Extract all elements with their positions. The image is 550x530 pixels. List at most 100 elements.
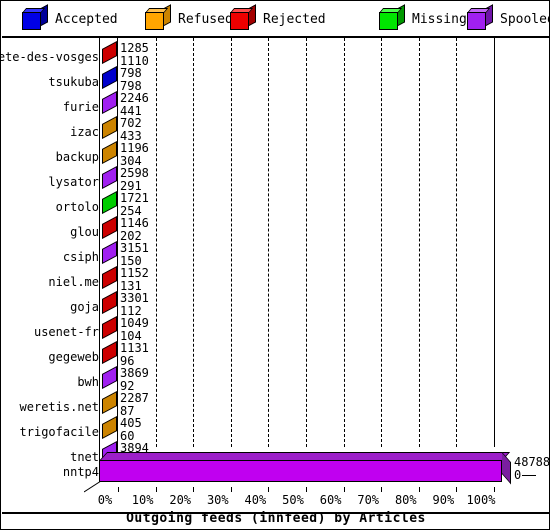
bar-row-values: 798 798 [120,67,142,92]
cube-front-face [230,12,249,30]
bar-segment [102,216,117,239]
bar-row-label: bete-des-vosges [0,50,99,64]
chart-canvas: Accepted Refused Rejected Missing Spooled be… [0,0,550,530]
bar-row: usenet-fr 1049 104 [2,316,550,344]
legend-cube-icon [230,4,256,30]
legend-label: Refused [178,11,233,27]
bar-row-values: 1146 202 [120,217,149,242]
bar-value-total: 798 [120,66,142,80]
bar-row-values: 3151 150 [120,242,149,267]
legend-item-refused[interactable]: Refused [145,4,233,30]
bar-row: gegeweb 1131 96 [2,341,550,369]
bar-row-label: usenet-fr [33,325,99,339]
legend-item-missing[interactable]: Missing [379,4,467,30]
legend-item-spooled[interactable]: Spooled [467,4,550,30]
zero-tick-dash [522,475,537,476]
bar-value-total: 2287 [120,391,149,405]
axis-depth-line [84,481,102,493]
cube-front-face [467,12,486,30]
bar-value-total: 1146 [120,216,149,230]
bar-row-label: bwh [77,375,99,389]
bar-row-label: backup [55,150,99,164]
x-tick-label: 20% [169,493,192,507]
bar-row-values: 2246 441 [120,92,149,117]
x-tick-label: 70% [357,493,380,507]
x-tick-mark [118,487,119,492]
bar-segment [102,316,117,339]
bar-row-values: 2598 291 [120,167,149,192]
plot-area: bete-des-vosges 1285 1110 tsukuba 798 798 furi… [0,38,550,529]
x-tick-label: 90% [432,493,455,507]
x-tick-mark [268,487,270,492]
x-tick-mark [230,487,232,492]
bar-value-total: 405 [120,416,142,430]
bar-value-total: 1721 [120,191,149,205]
bar-segment [102,391,117,414]
bar-segment [102,116,117,139]
bar-row-values: 1131 96 [120,342,149,367]
bar-row-values: 2287 87 [120,392,149,417]
x-tick-mark [418,487,420,492]
bar-segment [102,191,117,214]
bar-row: bete-des-vosges 1285 1110 [0,41,550,69]
bar-row: furie 2246 441 [2,91,550,119]
x-tick-label: 80% [394,493,417,507]
x-tick-label: 40% [244,493,267,507]
bar-segment [102,141,117,164]
bar-value-total: 1285 [120,41,149,55]
bar-row: glou 1146 202 [2,216,550,244]
total-bar-value-bottom: 0 [514,468,522,482]
x-tick-label: 30% [206,493,229,507]
x-tick-label: 100% [466,493,496,507]
bar-row-label: csiph [62,250,99,264]
legend-cube-icon [379,4,405,30]
x-tick-mark [306,487,307,492]
bar-value-total: 1196 [120,141,149,155]
x-tick-mark [381,487,383,492]
bar-row-values: 1196 304 [120,142,149,167]
x-tick-mark [456,487,458,492]
bar-row: weretis.net 2287 87 [2,391,550,419]
bar-value-total: 1131 [120,341,149,355]
bar-row-label: ortolo [55,200,99,214]
bar-row-values: 1049 104 [120,317,149,342]
total-bar-side-face [502,452,511,485]
bar-segment [102,341,117,364]
bar-segment [102,166,117,189]
total-bar-values: 4878809 0 [514,456,550,482]
x-tick-mark [494,487,495,492]
bar-row: trigofacile 405 60 [2,416,550,444]
legend-cube-icon [22,4,48,30]
bar-row: backup 1196 304 [2,141,550,169]
bar-row: izac 702 433 [2,116,550,144]
x-tick-mark [155,487,157,492]
bar-row-label: izac [70,125,99,139]
legend-label: Spooled [500,11,550,27]
bar-row: tsukuba 798 798 [2,66,550,94]
bar-row-values: 1285 1110 [120,42,149,67]
bar-row-label: gegeweb [48,350,99,364]
bar-row-values: 1721 254 [120,192,149,217]
bottom-rule [2,512,550,514]
bar-segment [102,366,117,389]
bar-value-total: 2246 [120,91,149,105]
legend-item-accepted[interactable]: Accepted [22,4,118,30]
legend-item-rejected[interactable]: Rejected [230,4,326,30]
bar-segment [102,266,117,289]
bar-row: ortolo 1721 254 [2,191,550,219]
bar-segment [102,416,117,439]
bar-segment [102,41,117,64]
bar-row-label: niel.me [48,275,99,289]
bar-row-label: trigofacile [19,425,99,439]
bar-row: csiph 3151 150 [2,241,550,269]
legend-cube-icon [467,4,493,30]
x-tick-label: 10% [131,493,154,507]
legend-label: Missing [412,11,467,27]
x-tick-label: 60% [319,493,342,507]
bar-row-values: 1152 131 [120,267,149,292]
bar-row-values: 3301 112 [120,292,149,317]
bar-value-total: 3151 [120,241,149,255]
bar-row: niel.me 1152 131 [2,266,550,294]
total-bar-value-bottom-wrap: 0 [514,469,550,482]
cube-front-face [145,12,164,30]
